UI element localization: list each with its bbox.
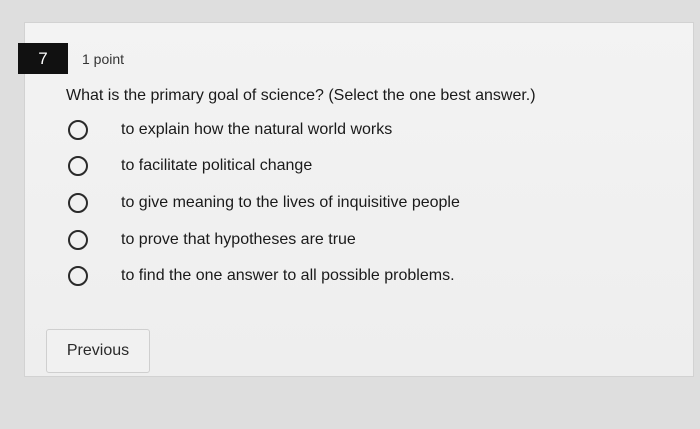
answer-option-3[interactable]: to give meaning to the lives of inquisit… xyxy=(68,189,460,217)
answer-option-4[interactable]: to prove that hypotheses are true xyxy=(68,226,356,254)
answer-option-5[interactable]: to find the one answer to all possible p… xyxy=(68,262,455,290)
question-number: 7 xyxy=(18,43,68,74)
radio-button-icon[interactable] xyxy=(68,266,88,286)
answer-option-label: to explain how the natural world works xyxy=(121,121,393,138)
answer-option-label: to facilitate political change xyxy=(121,157,313,174)
answer-option-label: to give meaning to the lives of inquisit… xyxy=(121,194,460,211)
radio-button-icon[interactable] xyxy=(68,120,88,140)
previous-button[interactable]: Previous xyxy=(46,329,150,373)
answer-option-label: to prove that hypotheses are true xyxy=(121,231,356,248)
answer-option-2[interactable]: to facilitate political change xyxy=(68,152,312,180)
answer-option-1[interactable]: to explain how the natural world works xyxy=(68,116,392,144)
radio-button-icon[interactable] xyxy=(68,230,88,250)
points-label: 1 point xyxy=(82,51,125,67)
radio-button-icon[interactable] xyxy=(68,193,88,213)
radio-button-icon[interactable] xyxy=(68,156,88,176)
question-prompt: What is the primary goal of science? (Se… xyxy=(66,87,536,104)
answer-option-label: to find the one answer to all possible p… xyxy=(121,267,455,284)
